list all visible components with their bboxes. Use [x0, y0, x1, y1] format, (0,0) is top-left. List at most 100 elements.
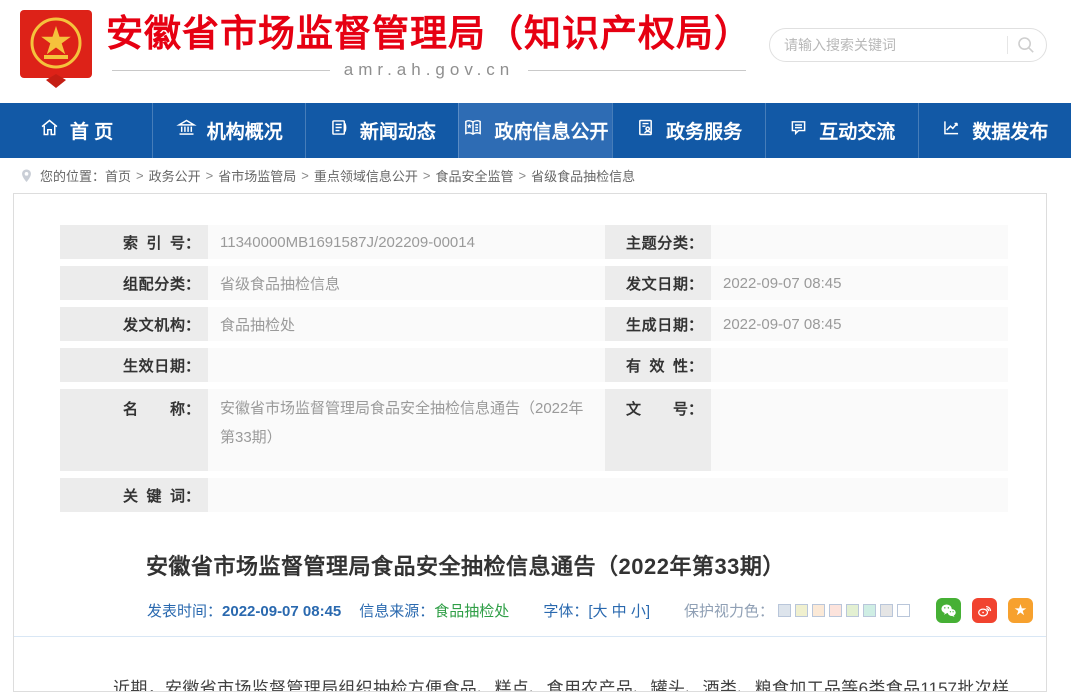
- breadcrumb-separator: >: [518, 168, 526, 183]
- nav-label: 政府信息公开: [494, 117, 608, 144]
- color-swatch[interactable]: [863, 604, 876, 617]
- site-domain: amr.ah.gov.cn: [330, 60, 529, 80]
- content-panel: 索引号： 11340000MB1691587J/202209-00014 主题分…: [13, 193, 1047, 692]
- nav-item-data-release[interactable]: 数据发布: [918, 103, 1071, 158]
- breadcrumb-item-gov-open[interactable]: 政务公开: [149, 166, 201, 185]
- site-domain-row: amr.ah.gov.cn: [106, 60, 752, 80]
- value-validity: [711, 348, 1008, 382]
- breadcrumb-item-key-fields[interactable]: 重点领域信息公开: [314, 166, 418, 185]
- value-issue-date: 2022-09-07 08:45: [711, 266, 1008, 300]
- table-row: 关键词：: [60, 478, 1008, 512]
- favorite-share-button[interactable]: ★: [1008, 598, 1033, 623]
- search-input[interactable]: [784, 37, 999, 53]
- breadcrumb: 您的位置： 首页 > 政务公开 > 省市场监管局 > 重点领域信息公开 > 食品…: [0, 158, 1071, 193]
- color-swatch[interactable]: [829, 604, 842, 617]
- weibo-share-button[interactable]: [972, 598, 997, 623]
- label-group-category: 组配分类：: [60, 266, 208, 300]
- nav-item-gov-service[interactable]: 政务服务: [612, 103, 765, 158]
- value-document-name: 安徽省市场监督管理局食品安全抽检信息通告（2022年第33期）: [208, 389, 605, 471]
- eye-protection-colors: 保护视力色：: [684, 600, 910, 621]
- value-keywords: [208, 478, 1008, 512]
- domain-line-left: [112, 70, 330, 71]
- label-document-number: 文号：: [605, 389, 711, 471]
- color-swatch[interactable]: [778, 604, 791, 617]
- share-buttons: ★: [936, 598, 1033, 623]
- breadcrumb-item-home[interactable]: 首页: [105, 166, 131, 185]
- info-source-link[interactable]: 食品抽检处: [434, 603, 509, 620]
- star-icon: ★: [1014, 603, 1027, 618]
- table-row: 发文机构： 食品抽检处 生成日期： 2022-09-07 08:45: [60, 307, 1008, 341]
- label-validity: 有效性：: [605, 348, 711, 382]
- site-title: 安徽省市场监督管理局（知识产权局）: [106, 10, 752, 58]
- label-keywords: 关键词：: [60, 478, 208, 512]
- article-meta-bar: 发表时间：2022-09-07 08:45 信息来源：食品抽检处 字体：[大 中…: [147, 598, 1046, 623]
- meta-divider: [14, 636, 1046, 637]
- nav-label: 首 页: [70, 117, 113, 144]
- domain-line-right: [528, 70, 746, 71]
- breadcrumb-separator: >: [301, 168, 309, 183]
- article-title: 安徽省市场监督管理局食品安全抽检信息通告（2022年第33期）: [146, 549, 1046, 581]
- font-size-controls: 字体：[大 中 小]: [543, 600, 650, 621]
- breadcrumb-item-food-safety[interactable]: 食品安全监管: [435, 166, 513, 185]
- info-source: 信息来源：食品抽检处: [359, 600, 509, 621]
- home-icon: [39, 117, 60, 144]
- search-box[interactable]: [769, 28, 1047, 62]
- main-nav: 首 页 机构概况 新闻动态 政府信息公开: [0, 103, 1071, 158]
- nav-label: 数据发布: [972, 117, 1048, 144]
- color-swatch[interactable]: [897, 604, 910, 617]
- label-effective-date: 生效日期：: [60, 348, 208, 382]
- value-document-number: [711, 389, 1008, 471]
- breadcrumb-separator: >: [206, 168, 214, 183]
- gov-info-icon: [462, 117, 484, 145]
- data-release-icon: [941, 117, 962, 144]
- value-index-number: 11340000MB1691587J/202209-00014: [208, 225, 605, 259]
- font-size-options[interactable]: [大 中 小]: [588, 603, 650, 620]
- interaction-icon: [788, 117, 809, 144]
- color-swatch[interactable]: [795, 604, 808, 617]
- nav-label: 机构概况: [207, 117, 283, 144]
- search-icon[interactable]: [1016, 35, 1036, 55]
- breadcrumb-item-provincial-sampling[interactable]: 省级食品抽检信息: [531, 166, 635, 185]
- nav-item-interaction[interactable]: 互动交流: [765, 103, 918, 158]
- national-emblem-logo: [20, 10, 92, 88]
- institution-icon: [176, 117, 197, 144]
- nav-item-gov-info[interactable]: 政府信息公开: [458, 103, 611, 158]
- publish-time: 发表时间：2022-09-07 08:45: [147, 600, 341, 621]
- gov-service-icon: [635, 117, 656, 144]
- value-generated-date: 2022-09-07 08:45: [711, 307, 1008, 341]
- color-swatch[interactable]: [846, 604, 859, 617]
- label-document-name: 名称：: [60, 389, 208, 471]
- color-swatch[interactable]: [812, 604, 825, 617]
- breadcrumb-prefix: 您的位置：: [40, 166, 105, 185]
- nav-item-news[interactable]: 新闻动态: [305, 103, 458, 158]
- nav-label: 政务服务: [666, 117, 742, 144]
- label-index-number: 索引号：: [60, 225, 208, 259]
- nav-item-home[interactable]: 首 页: [0, 103, 152, 158]
- table-row: 生效日期： 有效性：: [60, 348, 1008, 382]
- site-header: 安徽省市场监督管理局（知识产权局） amr.ah.gov.cn: [0, 0, 1071, 103]
- breadcrumb-separator: >: [136, 168, 144, 183]
- eye-protection-label: 保护视力色：: [684, 600, 774, 621]
- wechat-share-button[interactable]: [936, 598, 961, 623]
- color-swatch[interactable]: [880, 604, 893, 617]
- value-effective-date: [208, 348, 605, 382]
- value-topic-category: [711, 225, 1008, 259]
- nav-item-about[interactable]: 机构概况: [152, 103, 305, 158]
- article-body: 近期，安徽省市场监督管理局组织抽检方便食品、糕点、食用农产品、罐头、酒类、粮食加…: [56, 670, 1009, 692]
- document-meta-table: 索引号： 11340000MB1691587J/202209-00014 主题分…: [60, 225, 1008, 512]
- nav-label: 新闻动态: [360, 117, 436, 144]
- table-row: 名称： 安徽省市场监督管理局食品安全抽检信息通告（2022年第33期） 文号：: [60, 389, 1008, 471]
- table-row: 组配分类： 省级食品抽检信息 发文日期： 2022-09-07 08:45: [60, 266, 1008, 300]
- search-divider: [1007, 36, 1008, 54]
- nav-label: 互动交流: [819, 117, 895, 144]
- label-issue-date: 发文日期：: [605, 266, 711, 300]
- label-issuing-agency: 发文机构：: [60, 307, 208, 341]
- breadcrumb-separator: >: [423, 168, 431, 183]
- table-row: 索引号： 11340000MB1691587J/202209-00014 主题分…: [60, 225, 1008, 259]
- label-generated-date: 生成日期：: [605, 307, 711, 341]
- value-issuing-agency: 食品抽检处: [208, 307, 605, 341]
- value-group-category: 省级食品抽检信息: [208, 266, 605, 300]
- label-topic-category: 主题分类：: [605, 225, 711, 259]
- location-pin-icon: [20, 168, 33, 184]
- breadcrumb-item-bureau[interactable]: 省市场监管局: [218, 166, 296, 185]
